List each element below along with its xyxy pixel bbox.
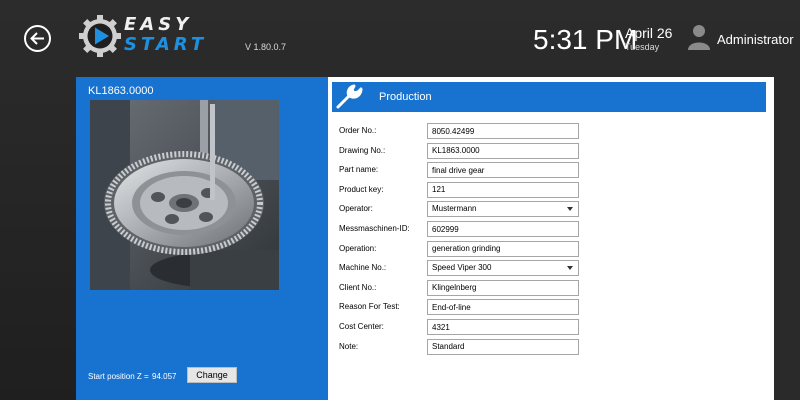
start-position-value: 94.057 bbox=[152, 372, 177, 381]
user-name[interactable]: Administrator bbox=[717, 32, 794, 47]
machine-no-dropdown[interactable]: Speed Viper 300 bbox=[427, 260, 579, 277]
form-row-machine-no: Machine No.: Speed Viper 300 bbox=[328, 260, 774, 277]
field-label-reason-for-test: Reason For Test: bbox=[339, 302, 400, 312]
product-key-input[interactable] bbox=[427, 181, 579, 198]
field-label-part-name: Part name: bbox=[339, 165, 379, 175]
form-row-product-key: Product key: bbox=[328, 181, 774, 198]
field-label-order-no: Order No.: bbox=[339, 126, 377, 135]
operator-dropdown[interactable]: Mustermann bbox=[427, 201, 579, 218]
gear-play-logo-icon bbox=[79, 15, 121, 57]
logo-line-easy: EASY bbox=[124, 14, 193, 35]
field-label-operator: Operator: bbox=[339, 204, 373, 214]
app-header: EASY START V 1.80.0.7 5:31 PM April 26 T… bbox=[0, 0, 800, 75]
field-label-cost-center: Cost Center: bbox=[339, 322, 384, 331]
client-no-input[interactable] bbox=[427, 279, 579, 296]
operator-selected-value: Mustermann bbox=[432, 204, 477, 214]
field-label-operation: Operation: bbox=[339, 243, 377, 253]
clock-date: April 26 bbox=[625, 25, 673, 41]
part-photo bbox=[90, 100, 279, 290]
scrollbar-track[interactable] bbox=[774, 77, 800, 400]
reason-for-test-input[interactable] bbox=[427, 299, 579, 316]
section-header: Production bbox=[332, 82, 766, 112]
cost-center-input[interactable] bbox=[427, 319, 579, 335]
production-form-panel: Production Order No.: Drawing No.: Part na… bbox=[328, 77, 774, 400]
field-label-drawing-no: Drawing No.: bbox=[339, 145, 386, 155]
part-name-input[interactable] bbox=[427, 162, 579, 179]
form-row-client-no: Client No.: bbox=[328, 279, 774, 296]
note-input[interactable] bbox=[427, 338, 579, 355]
field-label-note: Note: bbox=[339, 341, 359, 351]
form-row-messmaschinen-id: Messmaschinen-ID: bbox=[328, 221, 774, 237]
form-row-order-no: Order No.: bbox=[328, 123, 774, 139]
clock-time: 5:31 PM bbox=[533, 24, 638, 55]
form-row-operator: Operator: Mustermann bbox=[328, 201, 774, 218]
part-panel: KL1863.0000 Start position Z = 94.057 Ch… bbox=[76, 77, 328, 400]
app-version: V 1.80.0.7 bbox=[245, 42, 287, 52]
form-row-reason-for-test: Reason For Test: bbox=[328, 299, 774, 316]
back-button[interactable] bbox=[24, 25, 51, 52]
clock-weekday: Tuesday bbox=[625, 42, 660, 52]
user-icon[interactable] bbox=[688, 24, 710, 50]
order-no-input[interactable] bbox=[427, 123, 579, 139]
operation-input[interactable] bbox=[427, 240, 579, 257]
form-row-drawing-no: Drawing No.: bbox=[328, 142, 774, 159]
start-position-label: Start position Z = bbox=[88, 372, 149, 381]
form-row-part-name: Part name: bbox=[328, 162, 774, 179]
wrench-icon bbox=[336, 84, 363, 109]
part-id: KL1863.0000 bbox=[88, 85, 154, 97]
machine-no-selected-value: Speed Viper 300 bbox=[432, 263, 492, 273]
drawing-no-input[interactable] bbox=[427, 142, 579, 159]
form-row-operation: Operation: bbox=[328, 240, 774, 257]
back-arrow-icon bbox=[30, 32, 44, 45]
field-label-product-key: Product key: bbox=[339, 184, 384, 194]
field-label-client-no: Client No.: bbox=[339, 282, 377, 292]
messmaschinen-id-input[interactable] bbox=[427, 221, 579, 237]
chevron-down-icon bbox=[567, 266, 573, 271]
form-row-note: Note: bbox=[328, 338, 774, 355]
field-label-messmaschinen-id: Messmaschinen-ID: bbox=[339, 224, 410, 233]
gear-image bbox=[90, 100, 279, 290]
section-title: Production bbox=[379, 91, 432, 103]
field-label-machine-no: Machine No.: bbox=[339, 263, 387, 273]
chevron-down-icon bbox=[567, 207, 573, 212]
change-button[interactable]: Change bbox=[187, 367, 237, 383]
form-row-cost-center: Cost Center: bbox=[328, 319, 774, 335]
